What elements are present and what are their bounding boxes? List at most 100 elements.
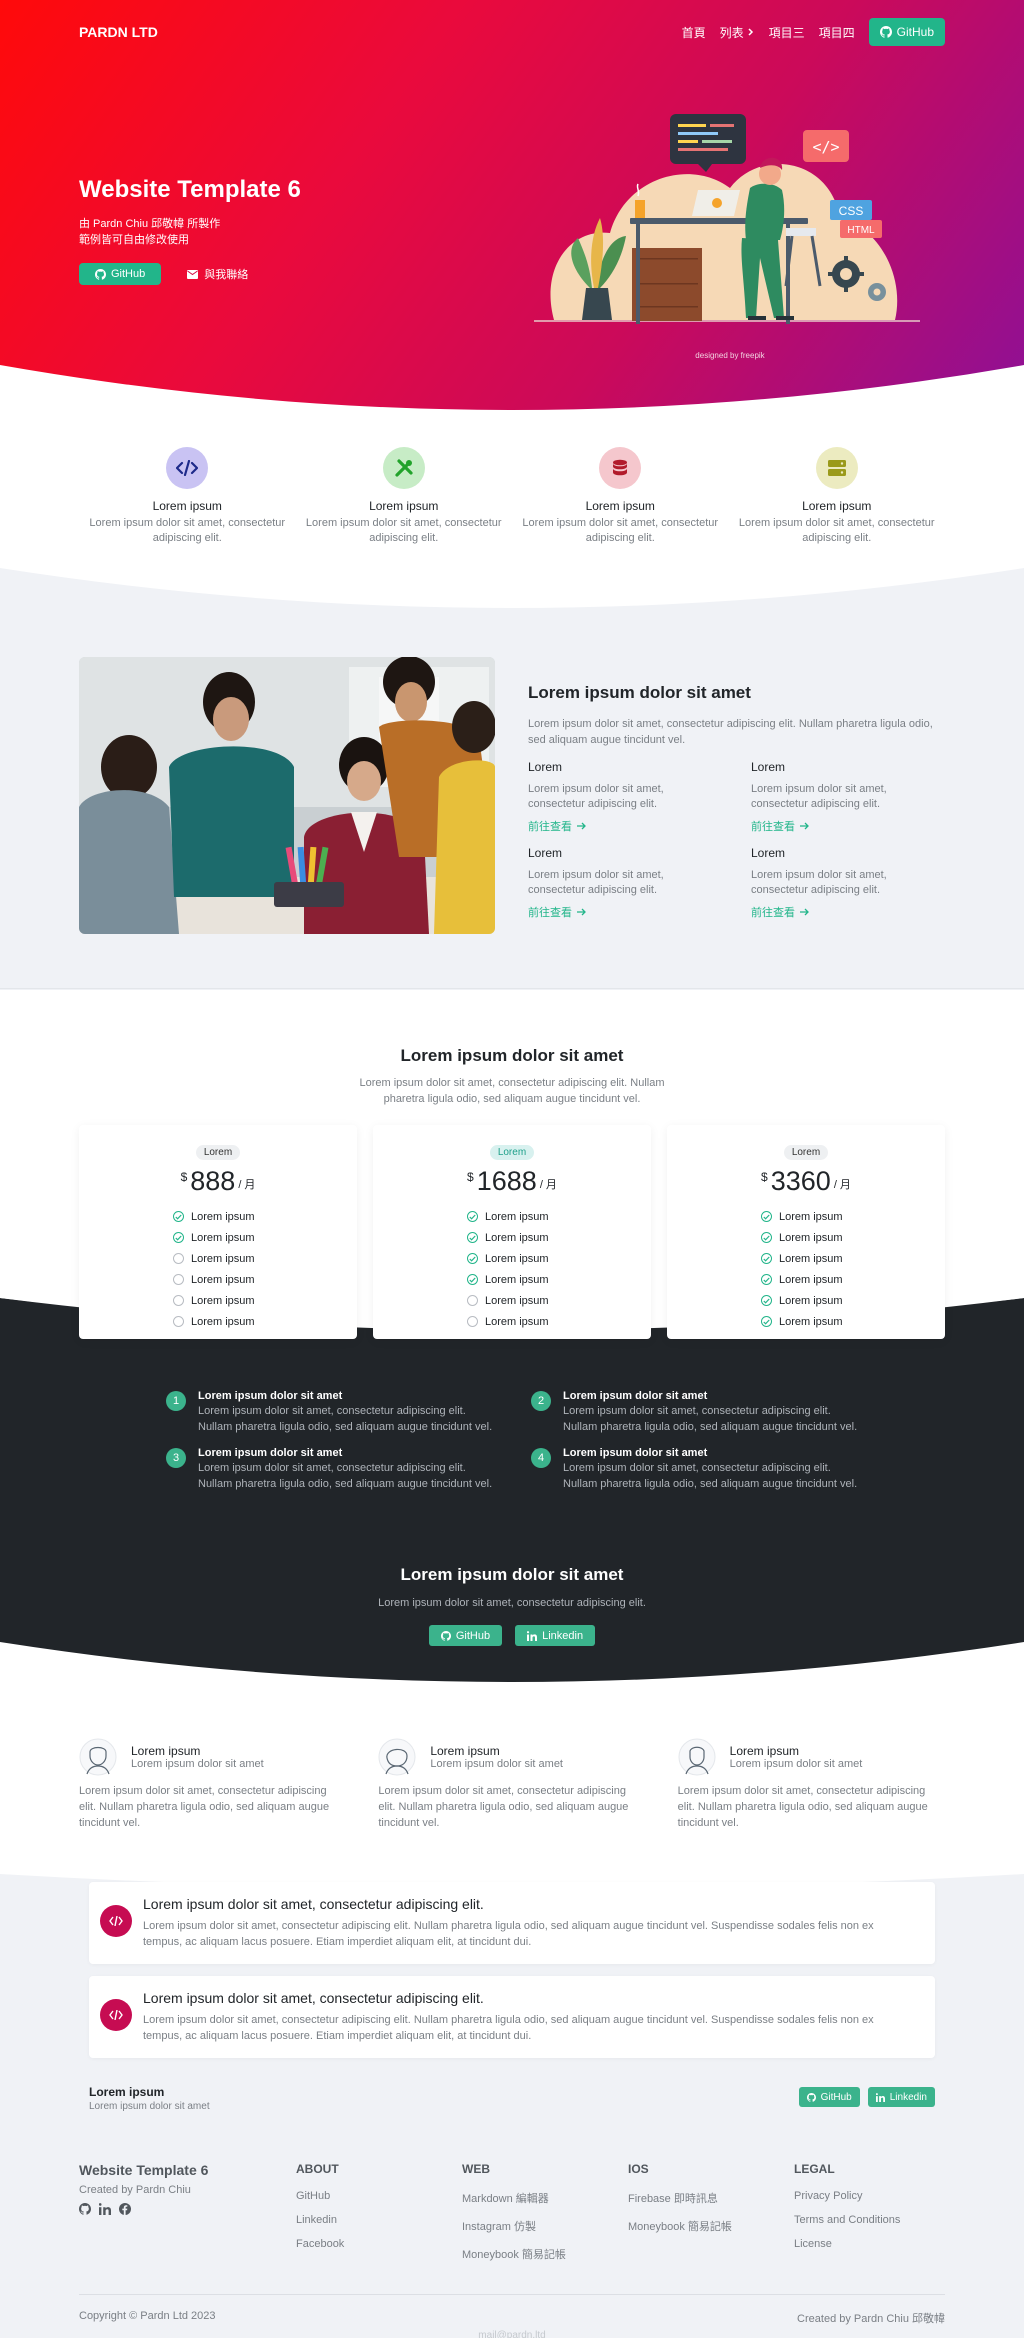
feature-desc: Lorem ipsum dolor sit amet, consectetur … [522, 517, 719, 544]
mini-bar: Lorem ipsum Lorem ipsum dolor sit amet G… [89, 2085, 935, 2112]
github-icon[interactable] [79, 2203, 91, 2215]
plan-feature-label: Lorem ipsum [779, 1294, 843, 1307]
pricing-card[interactable]: Lorem $ 888 / 月 Lorem ipsum Lorem ipsum Lo… [79, 1125, 357, 1339]
about-item-desc: Lorem ipsum dolor sit amet, consectetur … [528, 869, 664, 896]
empty-circle-icon [173, 1316, 184, 1327]
plan-feature: Lorem ipsum [173, 1269, 263, 1290]
plan-feature-label: Lorem ipsum [485, 1294, 549, 1307]
footer-mail[interactable]: mail@pardn.ltd [0, 2330, 1024, 2338]
plan-feature-label: Lorem ipsum [779, 1252, 843, 1265]
plan-feature-label: Lorem ipsum [485, 1231, 549, 1244]
code-badge: </> [812, 138, 839, 156]
notice-card: Lorem ipsum dolor sit amet, consectetur … [89, 1882, 935, 1964]
nav-github-button[interactable]: GitHub [868, 18, 945, 46]
nav-link-list[interactable]: 列表 [720, 24, 755, 41]
linkedin-button[interactable]: Linkedin [867, 2087, 935, 2107]
about-item-desc: Lorem ipsum dolor sit amet, consectetur … [528, 783, 664, 810]
view-more-link[interactable]: 前往查看 [528, 818, 721, 834]
step-item: 2 Lorem ipsum dolor sit amet Lorem ipsum … [531, 1390, 866, 1435]
notice-desc: Lorem ipsum dolor sit amet, consectetur … [143, 1920, 874, 1948]
chevron-right-icon [748, 28, 753, 36]
plan-feature: Lorem ipsum [467, 1269, 557, 1290]
plan-feature-label: Lorem ipsum [485, 1273, 549, 1286]
contact-link[interactable]: 與我聯絡 [187, 266, 248, 282]
view-more-link[interactable]: 前往查看 [528, 904, 721, 920]
testimonial-head: Lorem ipsum Lorem ipsum dolor sit amet [79, 1738, 346, 1776]
check-circle-icon [467, 1211, 478, 1222]
plan-feature-label: Lorem ipsum [779, 1231, 843, 1244]
notice-title: Lorem ipsum dolor sit amet, consectetur … [143, 1990, 484, 2006]
footer-col-title: ABOUT [296, 2162, 339, 2176]
feature-icon-circle [166, 447, 209, 489]
footer-link[interactable]: Privacy Policy [794, 2190, 945, 2202]
footer-link[interactable]: License [794, 2238, 945, 2250]
plan-feature: Lorem ipsum [467, 1290, 557, 1311]
testimonial-role: Lorem ipsum dolor sit amet [131, 1758, 264, 1770]
github-label: GitHub [820, 2091, 852, 2103]
plan-feature-label: Lorem ipsum [779, 1210, 843, 1223]
footer-link[interactable]: Linkedin [296, 2214, 462, 2226]
plan-currency: $ [467, 1170, 474, 1184]
plan-feature: Lorem ipsum [761, 1311, 851, 1332]
empty-circle-icon [467, 1316, 478, 1327]
nav-link-home[interactable]: 首頁 [682, 24, 706, 41]
about-item-desc: Lorem ipsum dolor sit amet, consectetur … [751, 783, 887, 810]
footer-link[interactable]: Terms and Conditions [794, 2214, 945, 2226]
hero-section: PARDN LTD 首頁 列表 項目三 項目四 GitHub Website T… [0, 0, 1024, 415]
about-grid: Lorem Lorem ipsum dolor sit amet, consec… [528, 760, 944, 920]
steps-grid: 1 Lorem ipsum dolor sit amet Lorem ipsum … [166, 1390, 866, 1492]
hero-title: Website Template 6 [79, 176, 301, 203]
footer-link[interactable]: Markdown 編輯器 [462, 2190, 628, 2206]
plan-features: Lorem ipsum Lorem ipsum Lorem ipsum Lorem i… [467, 1206, 557, 1332]
plan-feature-label: Lorem ipsum [191, 1210, 255, 1223]
footer-columns: Website Template 6 Created by Pardn Chiu… [79, 2162, 945, 2274]
about-title: Lorem ipsum dolor sit amet [528, 683, 751, 702]
footer-col-title: IOS [628, 2162, 649, 2176]
footer-link[interactable]: Firebase 即時訊息 [628, 2190, 794, 2206]
arrow-right-icon [800, 822, 809, 830]
testimonial-quote: Lorem ipsum dolor sit amet, consectetur … [79, 1785, 330, 1829]
brand-logo[interactable]: PARDN LTD [79, 24, 158, 40]
footer-link[interactable]: Moneybook 簡易記帳 [462, 2246, 628, 2262]
hero-subtitle-line2: 範例皆可自由修改使用 [79, 234, 189, 246]
plan-features: Lorem ipsum Lorem ipsum Lorem ipsum Lorem i… [761, 1206, 851, 1332]
testimonial-quote: Lorem ipsum dolor sit amet, consectetur … [677, 1785, 928, 1829]
plan-feature-label: Lorem ipsum [191, 1252, 255, 1265]
step-title: Lorem ipsum dolor sit amet [198, 1390, 343, 1402]
footer-link[interactable]: Moneybook 簡易記帳 [628, 2218, 794, 2234]
testimonial-quote: Lorem ipsum dolor sit amet, consectetur … [378, 1785, 629, 1829]
pricing-card[interactable]: Lorem $ 1688 / 月 Lorem ipsum Lorem ipsum L… [373, 1125, 651, 1339]
illustration-credit: designed by freepik [695, 351, 765, 360]
feature-card: Lorem ipsum Lorem ipsum dolor sit amet, … [729, 447, 946, 546]
about-item-title: Lorem [751, 760, 786, 774]
nav-link-item4[interactable]: 項目四 [819, 24, 855, 41]
code-icon [109, 2010, 123, 2020]
feature-title: Lorem ipsum [585, 499, 655, 513]
view-more-link[interactable]: 前往查看 [751, 904, 944, 920]
dark-cta-desc: Lorem ipsum dolor sit amet, consectetur … [378, 1597, 646, 1609]
nav-link-item3[interactable]: 項目三 [769, 24, 805, 41]
footer-link[interactable]: Facebook [296, 2238, 462, 2250]
plan-feature-label: Lorem ipsum [191, 1231, 255, 1244]
contact-label: 與我聯絡 [204, 269, 249, 281]
check-circle-icon [761, 1316, 772, 1327]
footer-link[interactable]: GitHub [296, 2190, 462, 2202]
view-more-link[interactable]: 前往查看 [751, 818, 944, 834]
check-circle-icon [761, 1274, 772, 1285]
pricing-card[interactable]: Lorem $ 3360 / 月 Lorem ipsum Lorem ipsum L… [667, 1125, 945, 1339]
hero-github-button[interactable]: GitHub [79, 263, 162, 285]
facebook-icon[interactable] [119, 2203, 131, 2215]
linkedin-icon[interactable] [99, 2203, 111, 2215]
about-curve [0, 568, 1024, 608]
testimonial-name: Lorem ipsum [729, 1744, 800, 1758]
plan-feature-label: Lorem ipsum [485, 1252, 549, 1265]
check-circle-icon [467, 1232, 478, 1243]
view-more-label: 前往查看 [751, 821, 795, 833]
about-item-title: Lorem [528, 760, 563, 774]
github-button[interactable]: GitHub [428, 1625, 503, 1646]
footer-link[interactable]: Instagram 仿製 [462, 2218, 628, 2234]
footer-col-title: WEB [462, 2162, 490, 2176]
linkedin-button[interactable]: Linkedin [515, 1625, 596, 1646]
section-divider [0, 988, 1024, 989]
github-button[interactable]: GitHub [798, 2087, 860, 2107]
